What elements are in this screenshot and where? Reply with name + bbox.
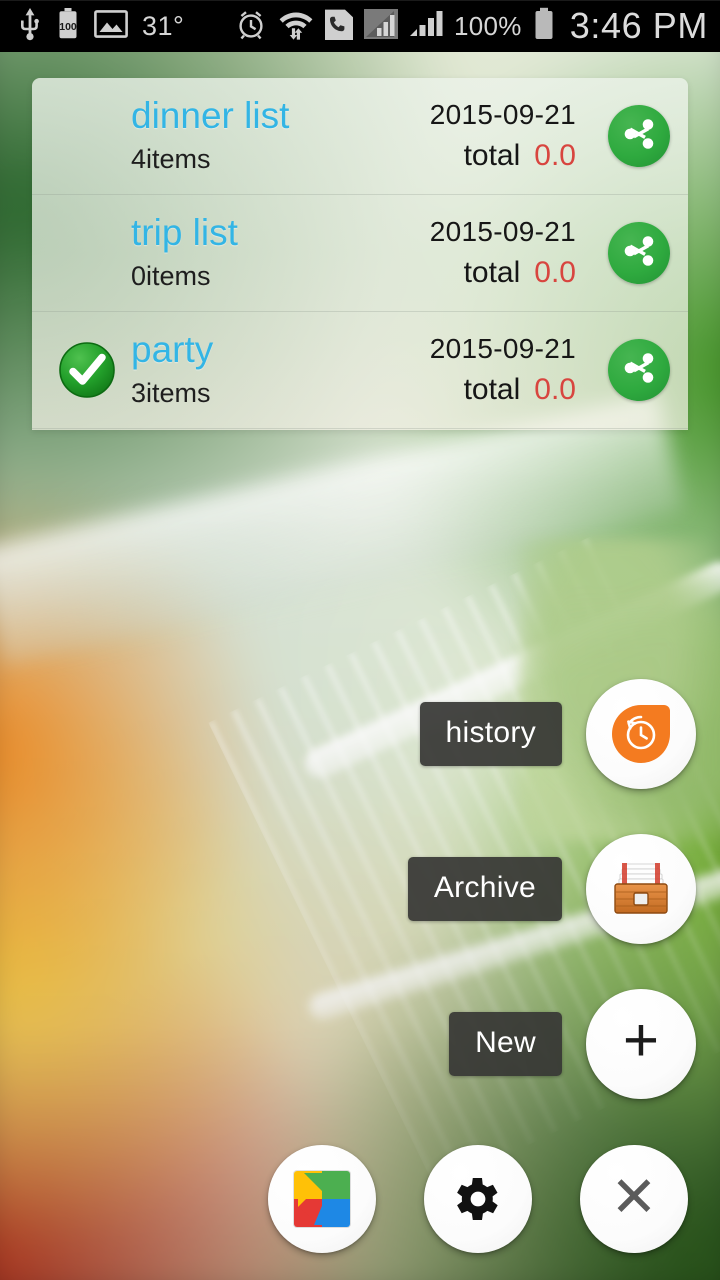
status-bar: 100 31° 100% 3:46 PM bbox=[0, 0, 720, 52]
status-bar-right: 100% 3:46 PM bbox=[235, 5, 720, 47]
battery-level-icon: 100 bbox=[56, 7, 80, 46]
signal-bars-icon bbox=[364, 8, 399, 44]
phone-icon bbox=[325, 8, 354, 45]
fab-row-archive: Archive bbox=[407, 834, 696, 944]
google-play-icon bbox=[294, 1171, 350, 1227]
new-label[interactable]: New bbox=[449, 1012, 562, 1076]
close-icon: ✕ bbox=[610, 1164, 658, 1228]
history-label[interactable]: history bbox=[419, 702, 562, 766]
battery-percent-text: 100% bbox=[454, 10, 522, 41]
history-button[interactable] bbox=[586, 679, 696, 789]
usb-icon bbox=[18, 7, 42, 46]
clock-text: 3:46 PM bbox=[569, 5, 708, 46]
signal-bars-icon bbox=[409, 9, 443, 44]
plus-icon: + bbox=[622, 1006, 660, 1075]
fab-row-close: ✕ bbox=[580, 1145, 688, 1253]
wifi-transfer-icon bbox=[278, 8, 314, 45]
phone-screen: 100 31° 100% 3:46 PM dinner list 4items … bbox=[0, 0, 720, 1280]
fab-row-history: history bbox=[419, 679, 696, 789]
fab-row-store bbox=[268, 1145, 376, 1253]
gear-icon bbox=[451, 1172, 505, 1226]
image-icon bbox=[94, 9, 128, 43]
status-bar-left: 100 31° bbox=[0, 7, 235, 46]
floating-action-menu: history Archive New + ✕ bbox=[0, 0, 720, 1280]
archive-button[interactable] bbox=[586, 834, 696, 944]
archive-label[interactable]: Archive bbox=[407, 857, 562, 921]
settings-button[interactable] bbox=[424, 1145, 532, 1253]
archive-drawer-icon bbox=[610, 861, 672, 917]
history-icon bbox=[612, 705, 670, 763]
close-button[interactable]: ✕ bbox=[580, 1145, 688, 1253]
svg-text:100: 100 bbox=[59, 21, 77, 33]
fab-row-settings bbox=[424, 1145, 532, 1253]
alarm-clock-icon bbox=[235, 8, 267, 45]
battery-full-icon bbox=[533, 7, 555, 46]
fab-row-new: New + bbox=[449, 989, 696, 1099]
google-play-button[interactable] bbox=[268, 1145, 376, 1253]
new-button[interactable]: + bbox=[586, 989, 696, 1099]
temperature-text: 31° bbox=[142, 10, 185, 41]
